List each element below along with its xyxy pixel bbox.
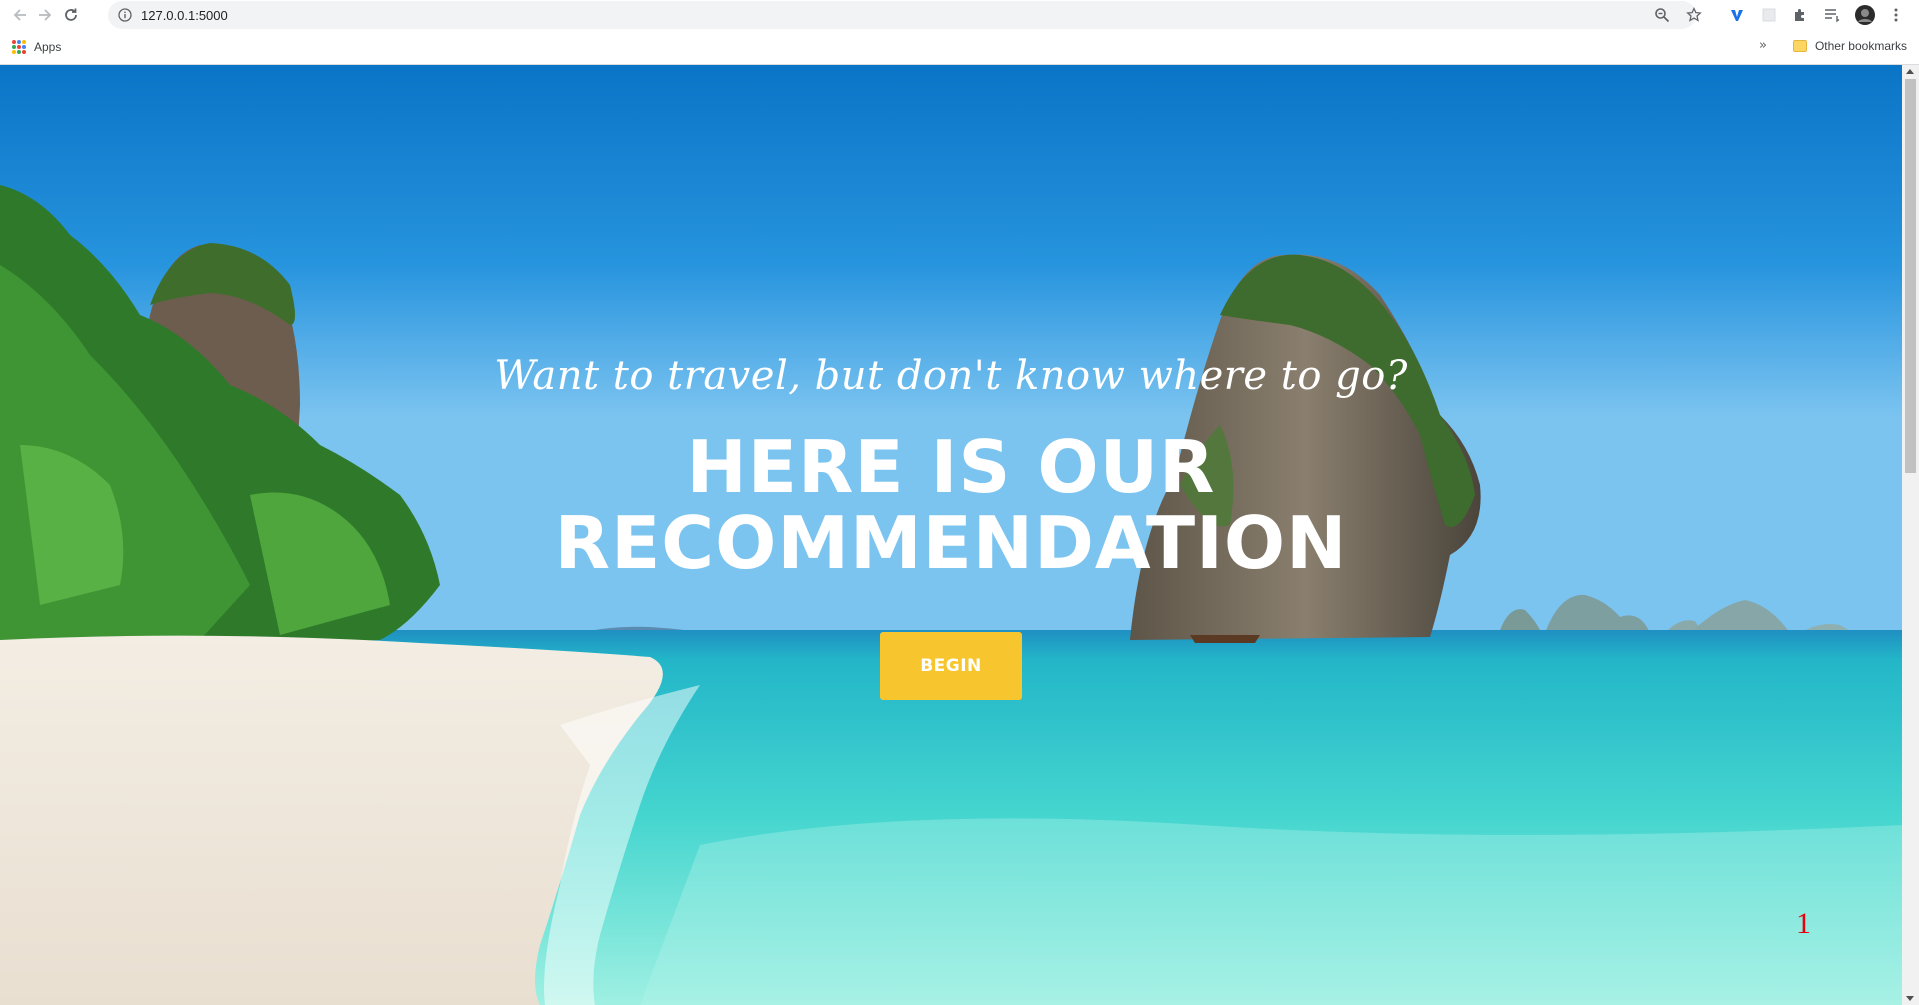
scrollbar-thumb[interactable] — [1905, 79, 1916, 473]
page-viewport: Want to travel, but don't know where to … — [0, 65, 1902, 1005]
address-bar[interactable]: 127.0.0.1:5000 — [108, 1, 1702, 29]
headline: HERE IS OUR RECOMMENDATION — [0, 429, 1902, 581]
apps-shortcut[interactable]: Apps — [12, 40, 61, 54]
headline-line-2: RECOMMENDATION — [554, 501, 1348, 585]
star-icon[interactable] — [1686, 7, 1702, 23]
bookmarks-overflow-button[interactable]: » — [1759, 38, 1767, 53]
back-arrow-icon — [13, 9, 26, 21]
scroll-down-arrow-icon[interactable] — [1906, 996, 1914, 1001]
blank-extension-icon[interactable] — [1759, 5, 1779, 25]
puzzle-icon[interactable] — [1790, 5, 1810, 25]
tagline: Want to travel, but don't know where to … — [494, 353, 1408, 399]
forward-button[interactable] — [34, 4, 56, 26]
headline-line-1: HERE IS OUR — [686, 425, 1216, 509]
forward-arrow-icon — [39, 9, 52, 21]
info-icon[interactable] — [118, 8, 132, 22]
reload-button[interactable] — [60, 4, 82, 26]
other-bookmarks[interactable]: Other bookmarks — [1792, 39, 1907, 53]
page-number: 1 — [1796, 907, 1811, 940]
begin-button[interactable]: BEGIN — [880, 632, 1022, 700]
other-bookmarks-label: Other bookmarks — [1814, 39, 1907, 53]
folder-icon — [1792, 40, 1807, 52]
apps-grid-icon — [12, 40, 26, 54]
reload-icon — [65, 8, 77, 21]
menu-icon[interactable] — [1886, 5, 1906, 25]
hero-section: Want to travel, but don't know where to … — [0, 65, 1902, 1005]
browser-toolbar: 127.0.0.1:5000 — [0, 0, 1919, 30]
back-button[interactable] — [9, 4, 31, 26]
v-extension-icon[interactable] — [1727, 5, 1747, 25]
zoom-icon[interactable] — [1654, 7, 1670, 23]
vertical-scrollbar[interactable] — [1902, 65, 1919, 1005]
url-text[interactable]: 127.0.0.1:5000 — [141, 8, 228, 23]
scroll-up-arrow-icon[interactable] — [1906, 69, 1914, 74]
apps-label: Apps — [34, 40, 62, 54]
bookmarks-bar: Apps » Other bookmarks — [0, 30, 1919, 65]
reading-list-icon[interactable] — [1822, 5, 1842, 25]
avatar[interactable] — [1855, 5, 1875, 25]
